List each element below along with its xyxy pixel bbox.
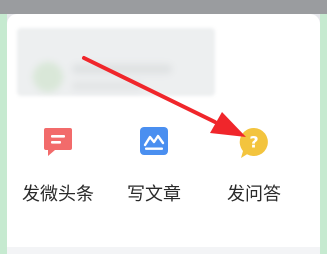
- status-bar-strip: [0, 0, 327, 14]
- publish-menu-panel: 发微头条 写文章 ? 发问答: [7, 14, 320, 254]
- post-qa-button[interactable]: ? 发问答: [209, 126, 299, 206]
- blurred-name: [72, 64, 172, 74]
- right-background-edge: [320, 14, 327, 254]
- post-micro-headline-button[interactable]: 发微头条: [13, 126, 103, 206]
- blurred-subtitle: [72, 82, 142, 90]
- blurred-user-info: [17, 28, 215, 96]
- write-article-icon: [136, 126, 172, 166]
- question-mark-glyph: ?: [249, 133, 258, 152]
- question-answer-icon: ?: [236, 126, 272, 166]
- bottom-divider-bar: [7, 247, 320, 254]
- micro-headline-icon: [40, 126, 76, 166]
- write-article-label: 写文章: [127, 184, 181, 205]
- left-background-edge: [0, 14, 7, 254]
- write-article-button[interactable]: 写文章: [109, 126, 199, 206]
- blurred-avatar: [33, 62, 63, 92]
- post-micro-headline-label: 发微头条: [22, 184, 94, 205]
- post-qa-label: 发问答: [227, 184, 281, 205]
- publish-actions: 发微头条 写文章 ? 发问答: [7, 126, 320, 216]
